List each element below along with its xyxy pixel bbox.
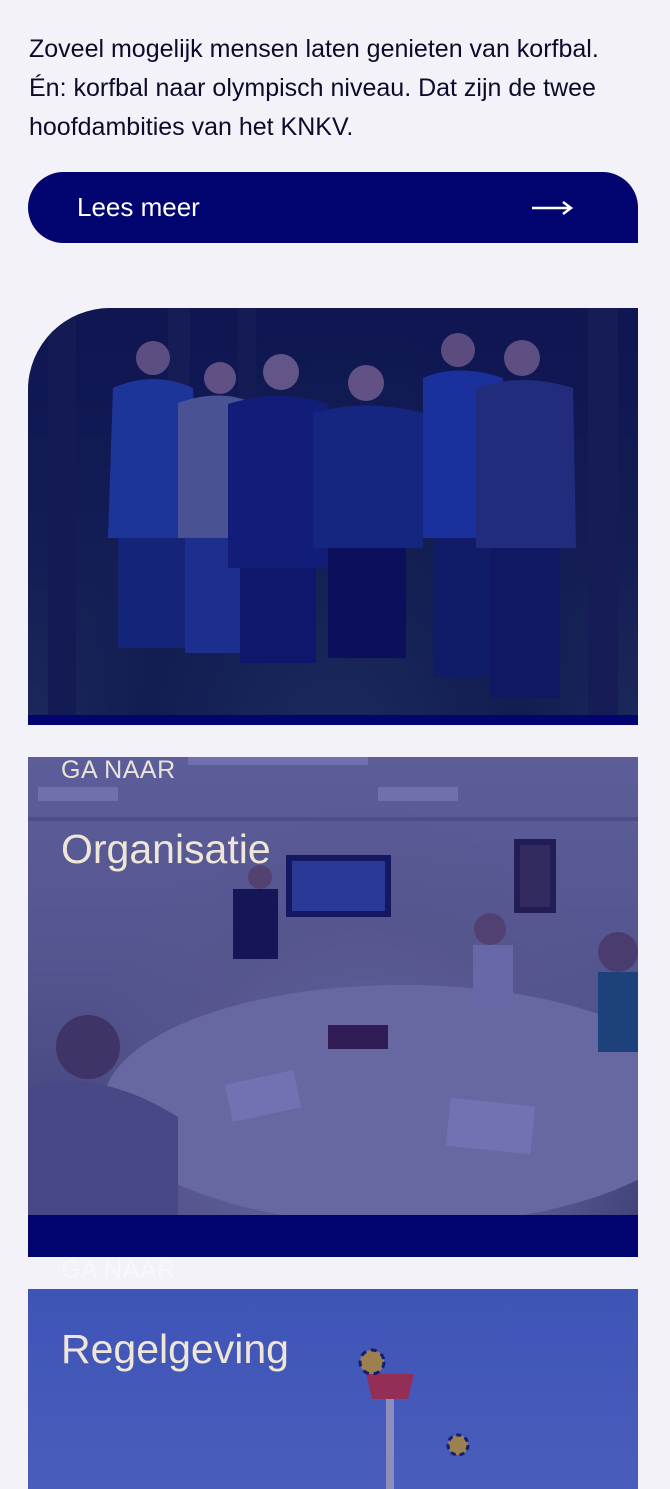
read-more-button[interactable]: Lees meer: [28, 172, 638, 243]
organisatie-eyebrow: GA NAAR: [61, 756, 176, 784]
board-photo-card[interactable]: [28, 308, 638, 725]
card-bottom-bar: [28, 1215, 638, 1257]
read-more-label: Lees meer: [77, 192, 200, 222]
arrow-right-icon: [532, 200, 574, 215]
photo-overlay: [28, 308, 638, 725]
intro-text: Zoveel mogelijk mensen laten genieten va…: [29, 35, 599, 141]
regelgeving-title[interactable]: Regelgeving: [61, 1326, 289, 1373]
organisatie-title[interactable]: Organisatie: [61, 826, 271, 873]
photo-overlay: [28, 1289, 638, 1489]
regelgeving-card[interactable]: [28, 1289, 638, 1489]
regelgeving-eyebrow: GA NAAR: [61, 1256, 176, 1284]
card-bottom-bar: [28, 715, 638, 725]
